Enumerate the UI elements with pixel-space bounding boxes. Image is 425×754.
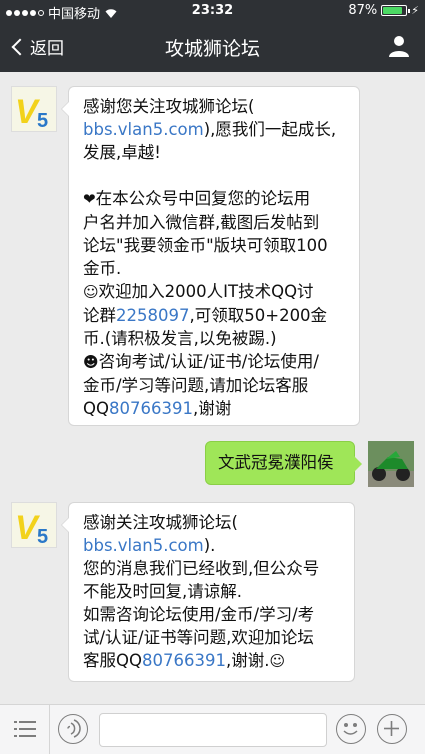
message-text: 感谢您关注攻城狮论坛( xyxy=(83,97,255,116)
message-input[interactable] xyxy=(99,713,327,747)
sender-avatar[interactable]: V 5 xyxy=(11,502,57,548)
message-text: 论群 xyxy=(83,306,116,325)
svg-text:5: 5 xyxy=(37,526,48,548)
message-bubble-welcome: 感谢您关注攻城狮论坛( bbs.vlan5.com),愿我们一起成长, 发展,卓… xyxy=(61,86,360,426)
more-button[interactable] xyxy=(377,714,407,744)
message-text: 客服QQ xyxy=(83,651,142,670)
qq-support-link[interactable]: 80766391 xyxy=(142,651,226,670)
message-text: ,谢谢. xyxy=(225,651,270,670)
message-text: 发展,卓越! xyxy=(83,143,161,162)
emoji-button[interactable] xyxy=(336,714,366,744)
user-avatar[interactable] xyxy=(368,441,414,487)
message-text: 在本公众号中回复您的论坛用 xyxy=(95,189,311,208)
message-text: 试/认证/证书等问题,欢迎加论坛 xyxy=(83,628,314,647)
message-text: ),愿我们一起成长, xyxy=(203,120,337,139)
sender-avatar[interactable]: V 5 xyxy=(11,86,57,132)
message-text: 论坛"我要领金币"版块可领取100 xyxy=(83,236,328,255)
motorcycle-photo-icon xyxy=(368,441,414,487)
input-toolbar xyxy=(0,704,425,754)
page-title: 攻城狮论坛 xyxy=(164,38,260,60)
toolbar-divider xyxy=(49,705,50,754)
nav-bar: 返回 攻城狮论坛 xyxy=(0,22,425,72)
message-text: ,可领取50+200金 xyxy=(189,306,328,325)
message-text: 欢迎加入2000人IT技术QQ讨 xyxy=(98,282,314,301)
message-text: 咨询考试/认证/证书/论坛使用/ xyxy=(98,352,319,371)
smile-emoji-icon: ☺ xyxy=(83,283,99,301)
menu-icon[interactable] xyxy=(14,719,36,739)
message-text: 文武冠冕濮阳侯 xyxy=(218,453,334,472)
message-text: 感谢关注攻城狮论坛( xyxy=(83,513,238,532)
message-text: 不能及时回复,请谅解. xyxy=(83,582,242,601)
smile-emoji-icon: ☺ xyxy=(269,652,286,670)
message-text: ). xyxy=(203,536,216,555)
qq-group-link[interactable]: 2258097 xyxy=(116,306,190,325)
message-text: 如需咨询论坛使用/金币/学习/考 xyxy=(83,605,315,624)
status-bar: 中国移动 23:32 87% ⚡ xyxy=(0,0,425,22)
voice-button[interactable] xyxy=(58,714,88,744)
message-text: QQ xyxy=(83,399,109,418)
message-text: 户名并加入微信群,截图后发帖到 xyxy=(83,213,320,232)
person-icon[interactable] xyxy=(387,34,411,58)
qq-support-link[interactable]: 80766391 xyxy=(109,399,193,418)
message-bubble-auto-reply: 感谢关注攻城狮论坛( bbs.vlan5.com). 您的消息我们已经收到,但公… xyxy=(61,502,355,682)
svg-text:5: 5 xyxy=(37,110,48,132)
forum-link[interactable]: bbs.vlan5.com xyxy=(83,120,204,139)
message-text: ,谢谢 xyxy=(192,399,232,418)
wink-emoji-icon: ☻ xyxy=(83,353,99,371)
status-right: 87% ⚡ xyxy=(348,3,419,18)
v5-logo-icon: V 5 xyxy=(12,87,56,132)
charging-icon: ⚡ xyxy=(411,4,419,17)
message-text: 币.(请积极发言,以免被踢.) xyxy=(83,329,277,348)
v5-logo-icon: V 5 xyxy=(12,503,56,548)
heart-emoji-icon: ❤ xyxy=(83,190,96,208)
battery-percent: 87% xyxy=(348,3,378,18)
message-text: 金币. xyxy=(83,259,122,278)
voice-icon xyxy=(67,719,81,738)
plus-icon xyxy=(384,721,399,736)
smiley-icon xyxy=(343,723,358,735)
battery-icon xyxy=(381,5,411,16)
message-text: 您的消息我们已经收到,但公众号 xyxy=(83,559,320,578)
forum-link[interactable]: bbs.vlan5.com xyxy=(83,536,204,555)
message-bubble-sent: 文武冠冕濮阳侯 xyxy=(205,441,362,485)
message-text: 金币/学习等问题,请加论坛客服 xyxy=(83,376,309,395)
